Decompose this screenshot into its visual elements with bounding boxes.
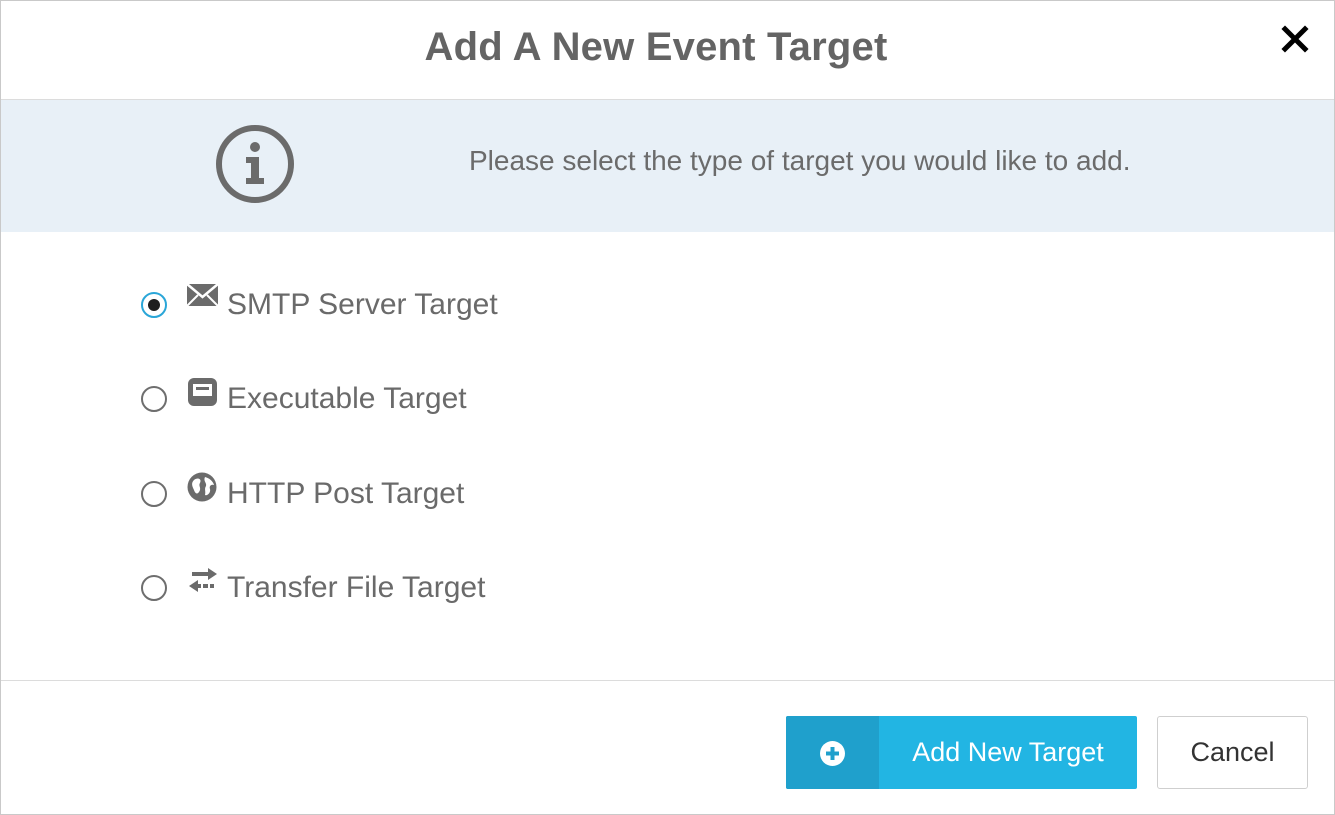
option-transfer-file-target[interactable]: Transfer File Target: [141, 568, 485, 608]
radio-executable-target[interactable]: [141, 386, 167, 412]
dialog-footer: Add New Target Cancel: [1, 680, 1334, 815]
option-http-post-target[interactable]: HTTP Post Target: [141, 471, 465, 514]
info-message: Please select the type of target you wou…: [469, 145, 1131, 176]
option-executable-target[interactable]: Executable Target: [141, 376, 467, 419]
window-icon: [186, 376, 220, 410]
radio-smtp-server-target[interactable]: [141, 292, 167, 318]
dialog-title: Add A New Event Target: [424, 25, 888, 69]
transfer-arrows-icon: [186, 565, 220, 599]
option-label: Executable Target: [227, 382, 467, 415]
option-label: Transfer File Target: [227, 571, 486, 604]
plus-circle-icon: [820, 741, 845, 766]
add-button-icon-box: [786, 716, 879, 789]
radio-http-post-target[interactable]: [141, 481, 167, 507]
dialog-header: Add A New Event Target: [1, 1, 1334, 100]
option-label: HTTP Post Target: [227, 477, 465, 510]
radio-transfer-file-target[interactable]: [141, 575, 167, 601]
target-type-options: SMTP Server Target Executable Target HTT…: [1, 233, 1334, 679]
close-icon: [1281, 25, 1309, 53]
envelope-icon: [186, 282, 220, 316]
add-new-target-label: Add New Target: [912, 737, 1104, 767]
add-new-target-button[interactable]: Add New Target: [786, 716, 1137, 789]
globe-icon: [186, 471, 220, 505]
option-smtp-server-target[interactable]: SMTP Server Target: [141, 282, 498, 325]
info-banner: Please select the type of target you wou…: [1, 100, 1334, 232]
info-icon: [216, 125, 294, 203]
close-button[interactable]: [1279, 23, 1311, 55]
add-event-target-dialog: Add A New Event Target Please select the…: [0, 0, 1335, 815]
option-label: SMTP Server Target: [227, 288, 498, 321]
cancel-button[interactable]: Cancel: [1157, 716, 1308, 789]
